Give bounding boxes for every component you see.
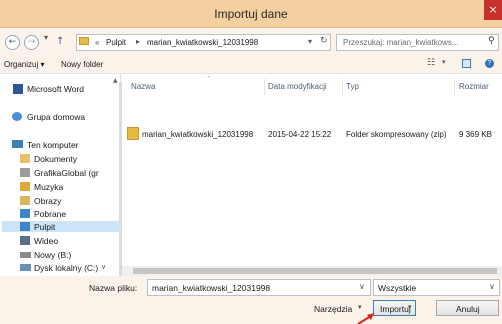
downloads-icon (20, 209, 30, 218)
cancel-button-label: Anuluj (456, 304, 480, 314)
file-type-filter-value: Wszystkie (378, 283, 417, 293)
local-disk-icon (20, 264, 31, 271)
preview-pane-icon[interactable] (462, 59, 471, 68)
refresh-icon[interactable]: ↻ (320, 36, 328, 46)
filename-label: Nazwa pliku: (89, 283, 138, 293)
import-button-label: Importuj (380, 304, 411, 314)
forward-button[interactable]: → (24, 35, 39, 50)
filename-dropdown-icon[interactable]: ∨ (359, 282, 365, 291)
search-icon[interactable]: ⚲ (488, 36, 495, 46)
sidebar-item-desktop[interactable]: Pulpit (34, 222, 55, 232)
window-title: Importuj dane (214, 7, 288, 21)
back-button[interactable]: ← (5, 35, 20, 50)
up-button[interactable]: ↑ (56, 36, 64, 47)
sidebar-item-video[interactable]: Wideo (34, 236, 58, 246)
column-header-type[interactable]: Typ (346, 82, 359, 91)
sidebar-item-downloads[interactable]: Pobrane (34, 209, 66, 219)
filter-dropdown-icon[interactable]: ∨ (489, 282, 495, 291)
view-dropdown-icon[interactable]: ▾ (442, 58, 446, 66)
word-icon (13, 84, 23, 94)
file-modified: 2015-04-22 15:22 (268, 130, 332, 139)
annotation-arrow-icon (357, 313, 374, 324)
sidebar-item-homegroup[interactable]: Grupa domowa (27, 112, 85, 122)
documents-icon (20, 154, 30, 163)
column-header-separator[interactable] (454, 79, 455, 95)
video-icon (20, 236, 30, 245)
sidebar-scroll-up-icon[interactable]: ▲ (113, 77, 118, 84)
breadcrumb-separator-icon: ▸ (136, 37, 141, 46)
network-folder-icon (20, 168, 30, 177)
file-name[interactable]: marian_kwiatkowski_12031998 (142, 130, 253, 139)
column-separator[interactable] (342, 79, 343, 95)
tools-dropdown-icon[interactable]: ▾ (358, 303, 362, 311)
scrollbar-thumb[interactable] (133, 268, 497, 274)
address-dropdown-icon[interactable]: ▾ (308, 37, 312, 46)
sidebar-item-music[interactable]: Muzyka (34, 182, 63, 192)
file-type: Folder skompresowany (zip) (346, 130, 447, 139)
new-folder-button[interactable]: Nowy folder (61, 60, 103, 69)
breadcrumb-overflow[interactable]: « (95, 38, 99, 47)
sidebar-item-documents[interactable]: Dokumenty (34, 154, 77, 164)
view-options-icon[interactable]: ☷ (427, 58, 435, 68)
sort-arrow-icon: ˄ (207, 76, 210, 83)
drive-icon (20, 252, 31, 258)
breadcrumb-item-folder[interactable]: marian_kwiatkowski_12031998 (147, 38, 258, 47)
filename-value: marian_kwiatkowski_12031998 (152, 283, 271, 293)
file-size: 9 369 KB (459, 130, 492, 139)
close-button[interactable]: × (484, 0, 502, 20)
sidebar-item-microsoft-word[interactable]: Microsoft Word (27, 84, 84, 94)
help-icon[interactable]: ? (485, 59, 494, 68)
sidebar-scrollbar[interactable] (119, 82, 122, 278)
homegroup-icon (12, 112, 22, 121)
sidebar-item-drive-b[interactable]: Nowy (B:) (34, 250, 71, 260)
sidebar-expand-icon[interactable]: ∨ (101, 263, 106, 271)
folder-icon (79, 37, 89, 45)
zip-folder-icon (127, 127, 139, 140)
import-dropdown-icon[interactable]: ▾ (408, 303, 412, 311)
desktop-icon (20, 222, 30, 231)
sidebar-item-pictures[interactable]: Obrazy (34, 196, 61, 206)
pictures-icon (20, 196, 30, 205)
tools-button[interactable]: Narzędzia (314, 304, 352, 314)
music-icon (20, 182, 30, 191)
column-header-name[interactable]: Nazwa (131, 82, 155, 91)
recent-dropdown-icon[interactable]: ▾ (44, 33, 48, 42)
sidebar-item-this-pc[interactable]: Ten komputer (27, 140, 79, 150)
column-header-modified[interactable]: Data modyfikacji (268, 82, 327, 91)
column-separator[interactable] (264, 79, 265, 95)
breadcrumb-item-pulpit[interactable]: Pulpit (106, 38, 126, 47)
computer-icon (12, 140, 23, 148)
column-header-size[interactable]: Rozmiar (459, 82, 489, 91)
sidebar-item-local-disk[interactable]: Dysk lokalny (C:) (34, 263, 98, 273)
sidebar-item-grafikaglobal[interactable]: GrafikaGlobal (gr (34, 168, 99, 178)
search-placeholder: Przeszukaj: marian_kwiatkows... (343, 38, 459, 47)
organize-button[interactable]: Organizuj ▾ (4, 60, 44, 69)
